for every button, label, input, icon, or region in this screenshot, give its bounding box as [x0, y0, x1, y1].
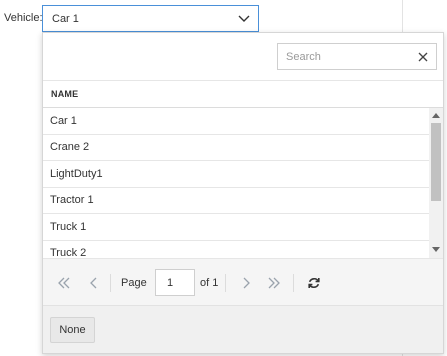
vehicle-list: Car 1 Crane 2 LightDuty1 Tractor 1 Truck… — [43, 108, 429, 258]
pager-separator — [225, 274, 226, 292]
vehicle-select[interactable]: Car 1 — [42, 5, 259, 32]
last-page-icon[interactable] — [267, 276, 281, 290]
list-item[interactable]: Tractor 1 — [43, 188, 429, 214]
clear-icon[interactable] — [416, 50, 430, 64]
prev-page-icon[interactable] — [87, 276, 101, 290]
column-header-name[interactable]: NAME — [51, 89, 78, 99]
pager-separator — [293, 274, 294, 292]
list-scrollbar[interactable] — [429, 108, 443, 258]
dropdown-footer: None — [43, 305, 443, 353]
search-input[interactable] — [286, 50, 406, 63]
page-count-label: of 1 — [200, 277, 219, 289]
list-item[interactable]: Truck 1 — [43, 214, 429, 241]
list-item[interactable]: Truck 2 — [43, 241, 429, 258]
search-box — [277, 43, 437, 70]
refresh-icon[interactable] — [307, 276, 321, 290]
vehicle-label: Vehicle: — [4, 12, 43, 24]
vehicle-select-value: Car 1 — [52, 12, 79, 25]
scroll-down-arrow-icon[interactable] — [432, 247, 440, 252]
chevron-down-icon[interactable] — [236, 11, 252, 27]
pager: Page of 1 — [43, 258, 443, 305]
list-item[interactable]: Car 1 — [43, 108, 429, 135]
next-page-icon[interactable] — [239, 276, 253, 290]
scrollbar-thumb[interactable] — [431, 123, 441, 201]
pager-separator — [110, 274, 111, 292]
page-label: Page — [121, 277, 147, 289]
header-divider — [43, 80, 443, 81]
list-item[interactable]: Crane 2 — [43, 135, 429, 161]
list-item[interactable]: LightDuty1 — [43, 161, 429, 188]
none-button[interactable]: None — [50, 317, 95, 343]
vehicle-dropdown: NAME Car 1 Crane 2 LightDuty1 Tractor 1 … — [42, 32, 444, 354]
scroll-up-arrow-icon[interactable] — [432, 113, 440, 118]
page-number-input[interactable] — [155, 269, 195, 296]
first-page-icon[interactable] — [57, 276, 71, 290]
